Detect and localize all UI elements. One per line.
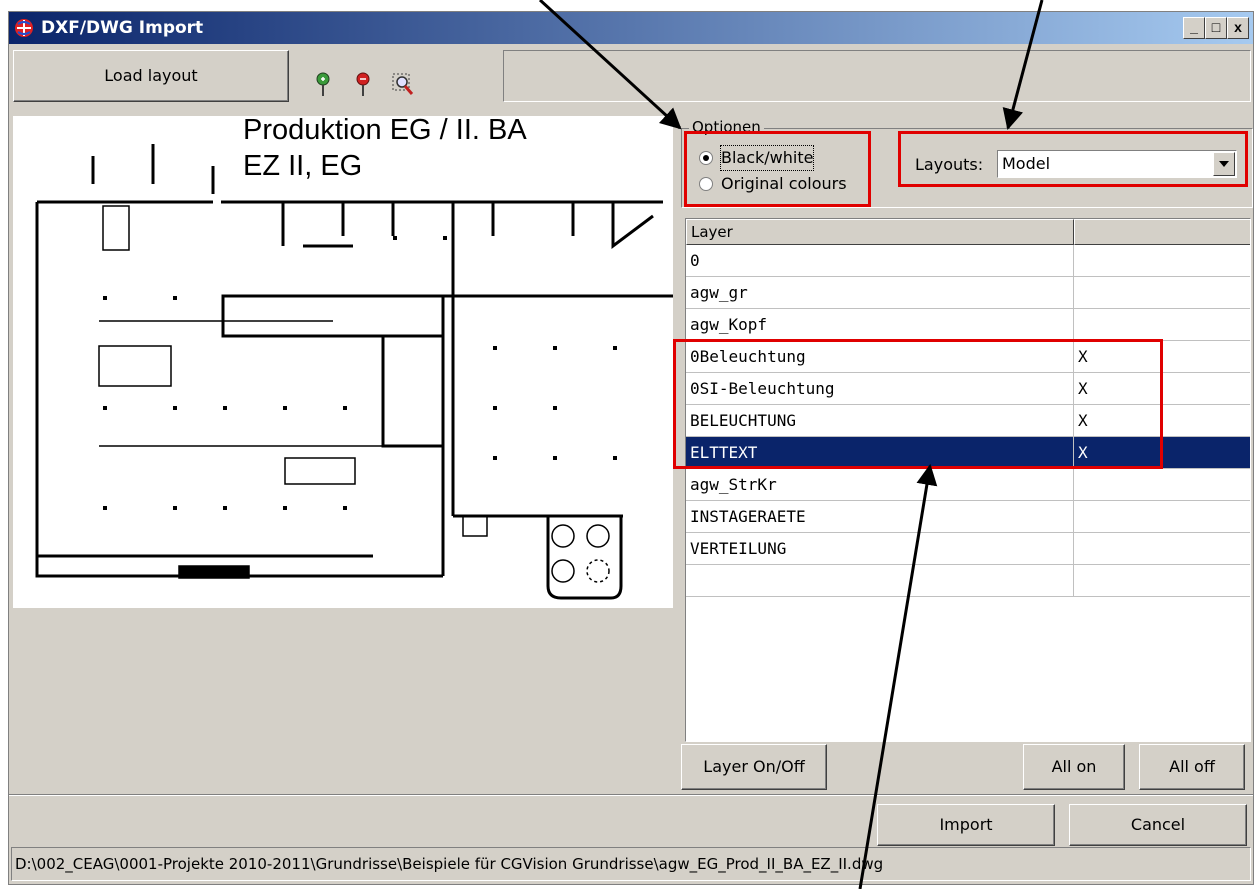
layer-name-cell: agw_gr bbox=[686, 277, 1074, 309]
layer-table-header: Layer bbox=[686, 219, 1250, 245]
table-row[interactable] bbox=[686, 565, 1250, 597]
close-button[interactable]: x bbox=[1227, 17, 1249, 39]
load-layout-label: Load layout bbox=[104, 66, 198, 85]
all-on-label: All on bbox=[1051, 757, 1097, 776]
layer-table[interactable]: Layer 0 agw_gr agw_Kopf 0Beleuchtung X 0SI-Be… bbox=[685, 218, 1251, 742]
drawing-preview[interactable]: Produktion EG / II. BA EZ II, EG bbox=[13, 116, 673, 608]
import-button[interactable]: Import bbox=[877, 804, 1055, 846]
all-off-label: All off bbox=[1169, 757, 1215, 776]
all-off-button[interactable]: All off bbox=[1139, 744, 1245, 790]
floor-plan-drawing bbox=[35, 144, 673, 600]
minimize-button[interactable]: _ bbox=[1183, 17, 1205, 39]
app-icon bbox=[15, 19, 33, 37]
layer-state-cell bbox=[1074, 309, 1250, 341]
annotation-box-options bbox=[684, 131, 871, 207]
layer-state-cell bbox=[1074, 565, 1250, 597]
table-row[interactable]: 0 bbox=[686, 245, 1250, 277]
state-column-header[interactable] bbox=[1074, 219, 1250, 245]
table-row[interactable]: agw_gr bbox=[686, 277, 1250, 309]
layer-state-cell bbox=[1074, 533, 1250, 565]
table-row[interactable]: agw_Kopf bbox=[686, 309, 1250, 341]
status-bar-path: D:\002_CEAG\0001-Projekte 2010-2011\Grun… bbox=[11, 847, 1251, 881]
layer-name-cell: VERTEILUNG bbox=[686, 533, 1074, 565]
table-row[interactable]: VERTEILUNG bbox=[686, 533, 1250, 565]
layer-name-cell: 0 bbox=[686, 245, 1074, 277]
layer-state-cell bbox=[1074, 501, 1250, 533]
cancel-label: Cancel bbox=[1130, 815, 1186, 834]
layer-name-cell bbox=[686, 565, 1074, 597]
layer-on-off-button[interactable]: Layer On/Off bbox=[681, 744, 827, 790]
layer-name-cell: INSTAGERAETE bbox=[686, 501, 1074, 533]
layer-column-header[interactable]: Layer bbox=[686, 219, 1074, 245]
load-layout-button[interactable]: Load layout bbox=[13, 50, 289, 102]
cancel-button[interactable]: Cancel bbox=[1069, 804, 1247, 846]
layer-state-cell bbox=[1074, 469, 1250, 501]
title-bar[interactable]: DXF/DWG Import _ □ x bbox=[9, 12, 1253, 44]
zoom-in-pin-icon[interactable] bbox=[311, 68, 341, 102]
layer-name-cell: agw_StrKr bbox=[686, 469, 1074, 501]
all-on-button[interactable]: All on bbox=[1023, 744, 1125, 790]
zoom-out-pin-icon[interactable] bbox=[351, 68, 381, 102]
layer-on-off-label: Layer On/Off bbox=[703, 757, 805, 776]
toolbar-info-panel bbox=[503, 50, 1251, 102]
annotation-box-layers bbox=[673, 339, 1163, 469]
separator bbox=[9, 794, 1253, 796]
annotation-box-layouts bbox=[898, 131, 1248, 187]
layer-state-cell bbox=[1074, 277, 1250, 309]
import-label: Import bbox=[939, 815, 993, 834]
table-row[interactable]: INSTAGERAETE bbox=[686, 501, 1250, 533]
window-title: DXF/DWG Import bbox=[41, 18, 204, 38]
layer-state-cell bbox=[1074, 245, 1250, 277]
layer-name-cell: agw_Kopf bbox=[686, 309, 1074, 341]
table-row[interactable]: agw_StrKr bbox=[686, 469, 1250, 501]
zoom-fit-icon[interactable] bbox=[389, 68, 419, 102]
maximize-button[interactable]: □ bbox=[1205, 17, 1227, 39]
dxf-import-window: DXF/DWG Import _ □ x Load layout Produkt… bbox=[8, 11, 1254, 885]
